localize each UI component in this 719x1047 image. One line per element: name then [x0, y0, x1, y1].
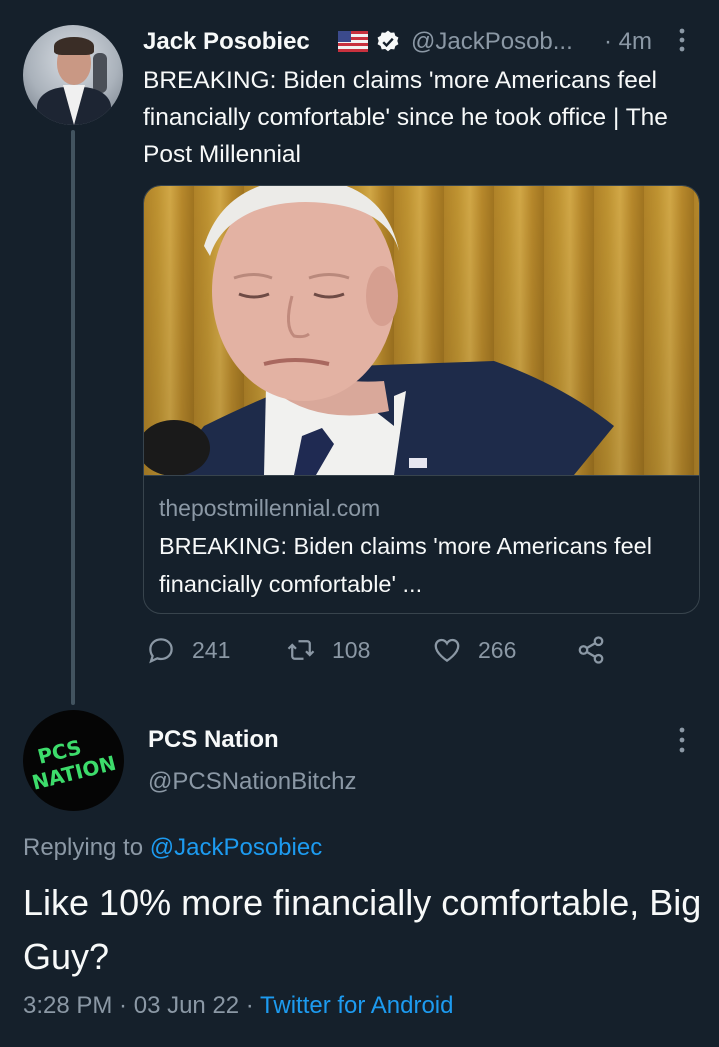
author-handle[interactable]: @JackPosob...: [411, 27, 573, 57]
meta-separator: ·: [112, 992, 134, 1019]
more-vertical-icon[interactable]: [674, 25, 690, 55]
retweet-count: 108: [332, 636, 371, 663]
heart-icon: [434, 638, 460, 662]
share-button[interactable]: [576, 633, 622, 667]
retweet-button[interactable]: 108: [286, 633, 370, 667]
author-name[interactable]: Jack Posobiec: [143, 27, 310, 57]
replying-prefix: Replying to: [23, 834, 150, 861]
tweet-text: BREAKING: Biden claims 'more Americans f…: [143, 67, 668, 168]
like-count: 266: [478, 636, 517, 663]
verified-badge-icon: [377, 30, 399, 52]
reply-icon: [149, 638, 173, 664]
reply-author-name[interactable]: PCS Nation: [148, 724, 279, 756]
reply-author-handle[interactable]: @PCSNationBitchz: [148, 766, 356, 798]
like-button[interactable]: 266: [432, 633, 516, 667]
retweet-icon: [287, 640, 315, 660]
link-preview-card[interactable]: thepostmillennial.com BREAKING: Biden cl…: [143, 185, 700, 614]
reply-count: 241: [192, 636, 231, 663]
us-flag-icon: [338, 31, 368, 52]
reply-time[interactable]: 3:28 PM: [23, 992, 112, 1019]
reply-text: Like 10% more financially comfortable, B…: [23, 882, 702, 977]
meta-separator: ·: [239, 992, 261, 1019]
reply-date[interactable]: 03 Jun 22: [134, 992, 239, 1019]
card-divider: [144, 475, 699, 476]
tweet-timestamp[interactable]: · 4m: [604, 27, 652, 57]
reply-source[interactable]: Twitter for Android: [260, 992, 453, 1019]
reply-button[interactable]: 241: [146, 633, 230, 667]
replying-to-mention[interactable]: @JackPosobiec: [150, 834, 322, 861]
card-title: BREAKING: Biden claims 'more Americans f…: [159, 533, 652, 597]
card-image: [144, 186, 699, 475]
replying-to-line: Replying to @JackPosobiec: [23, 832, 322, 864]
reply-author-avatar[interactable]: PCS NATION: [23, 710, 124, 811]
thread-connector-line: [71, 130, 75, 705]
more-vertical-icon[interactable]: [674, 723, 690, 757]
author-avatar[interactable]: [23, 25, 123, 125]
share-icon: [578, 636, 604, 664]
reply-metadata: 3:28 PM · 03 Jun 22 · Twitter for Androi…: [23, 990, 453, 1022]
card-domain: thepostmillennial.com: [159, 495, 381, 521]
